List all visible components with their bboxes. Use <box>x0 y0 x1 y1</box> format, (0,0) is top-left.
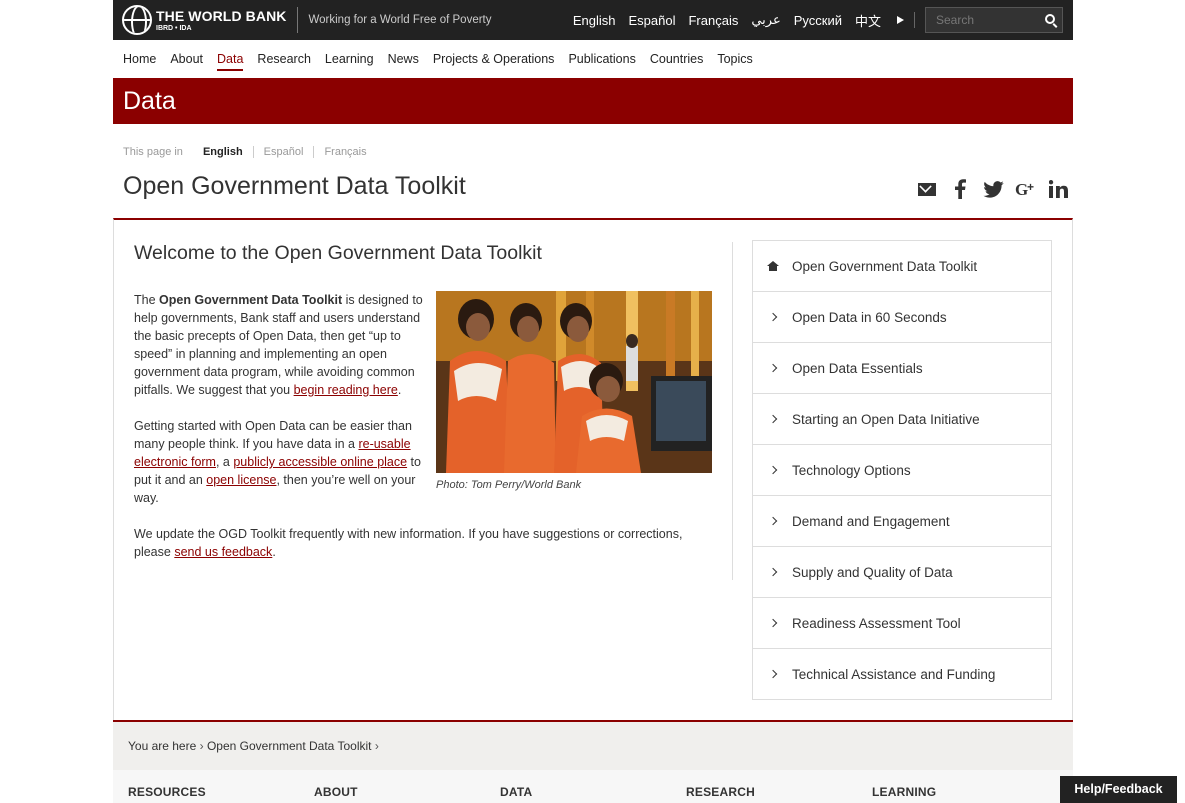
nav-topics[interactable]: Topics <box>717 50 752 68</box>
world-bank-logo[interactable]: THE WORLD BANK IBRD • IDA <box>113 0 287 40</box>
search-icon[interactable] <box>1045 14 1055 24</box>
footer: RESOURCES ABOUT DATA RESEARCH LEARNING <box>113 770 1073 803</box>
footer-research[interactable]: RESEARCH <box>686 785 872 803</box>
footer-resources[interactable]: RESOURCES <box>128 785 314 803</box>
sidebar-item-home[interactable]: Open Government Data Toolkit <box>753 241 1051 292</box>
nav-home[interactable]: Home <box>123 50 156 68</box>
breadcrumb-current[interactable]: Open Government Data Toolkit <box>207 739 372 753</box>
main-column: Welcome to the Open Government Data Tool… <box>134 242 712 561</box>
logo-subtitle: IBRD • IDA <box>156 24 192 32</box>
chevron-right-icon <box>768 312 778 322</box>
content-area: Welcome to the Open Government Data Tool… <box>113 218 1073 720</box>
breadcrumb: You are here › Open Government Data Tool… <box>113 720 1073 770</box>
page-lang-english[interactable]: English <box>193 146 254 158</box>
linkedin-icon[interactable] <box>1048 178 1070 200</box>
page-language-label: This page in <box>123 146 183 158</box>
email-icon[interactable] <box>916 178 938 200</box>
lang-espanol[interactable]: Español <box>629 13 676 28</box>
photo-caption: Photo: Tom Perry/World Bank <box>436 479 582 491</box>
tagline: Working for a World Free of Poverty <box>308 14 492 26</box>
chevron-right-icon <box>768 414 778 424</box>
nav-projects-operations[interactable]: Projects & Operations <box>433 50 555 68</box>
logo-name: THE WORLD BANK <box>156 7 287 24</box>
sidebar-item-supply[interactable]: Supply and Quality of Data <box>753 547 1051 598</box>
sidebar-item-essentials[interactable]: Open Data Essentials <box>753 343 1051 394</box>
sidebar-item-assistance[interactable]: Technical Assistance and Funding <box>753 649 1051 699</box>
nav-publications[interactable]: Publications <box>568 50 635 68</box>
language-switcher: English Español Français عربي Русский 中文 <box>573 7 1073 33</box>
sidebar-item-readiness[interactable]: Readiness Assessment Tool <box>753 598 1051 649</box>
lang-russian[interactable]: Русский <box>794 13 842 28</box>
column-divider <box>732 242 733 580</box>
svg-text:+: + <box>1027 180 1034 194</box>
page-language-switcher: This page in English Español Français <box>113 146 1073 158</box>
students-photo <box>436 291 712 473</box>
lang-english[interactable]: English <box>573 13 616 28</box>
breadcrumb-prefix: You are here <box>128 739 197 753</box>
google-plus-icon[interactable]: G + <box>1015 178 1037 200</box>
logo-divider <box>296 7 298 33</box>
top-bar: THE WORLD BANK IBRD • IDA Working for a … <box>113 0 1073 40</box>
footer-learning[interactable]: LEARNING <box>872 785 1058 803</box>
footer-about[interactable]: ABOUT <box>314 785 500 803</box>
nav-countries[interactable]: Countries <box>650 50 704 68</box>
chevron-right-icon <box>768 669 778 679</box>
chevron-right-icon <box>768 516 778 526</box>
section-banner: Data <box>113 78 1073 124</box>
share-icons: G + <box>905 178 1070 200</box>
lang-francais[interactable]: Français <box>688 13 738 28</box>
page-lang-espanol[interactable]: Español <box>254 146 315 158</box>
sidebar-item-demand[interactable]: Demand and Engagement <box>753 496 1051 547</box>
nav-learning[interactable]: Learning <box>325 50 374 68</box>
nav-data[interactable]: Data <box>217 50 244 71</box>
toolkit-sidebar: Open Government Data Toolkit Open Data i… <box>752 240 1052 700</box>
online-place-link[interactable]: publicly accessible online place <box>233 455 407 469</box>
footer-data[interactable]: DATA <box>500 785 686 803</box>
search-box <box>925 7 1063 33</box>
divider <box>914 12 915 28</box>
getting-started-paragraph: Getting started with Open Data can be ea… <box>134 419 421 505</box>
nav-news[interactable]: News <box>388 50 419 68</box>
chevron-right-icon <box>768 363 778 373</box>
help-feedback-button[interactable]: Help/Feedback <box>1060 776 1177 803</box>
home-icon <box>767 260 779 271</box>
play-icon[interactable] <box>897 16 904 24</box>
facebook-icon[interactable] <box>949 178 971 200</box>
sidebar-item-60-seconds[interactable]: Open Data in 60 Seconds <box>753 292 1051 343</box>
twitter-icon[interactable] <box>982 178 1004 200</box>
lang-chinese[interactable]: 中文 <box>855 11 881 30</box>
intro-paragraph: The Open Government Data Toolkit is desi… <box>134 293 423 397</box>
main-nav: Home About Data Research Learning News P… <box>113 40 1073 78</box>
chevron-right-icon <box>768 465 778 475</box>
page-lang-francais[interactable]: Français <box>314 146 376 158</box>
begin-reading-link[interactable]: begin reading here <box>294 383 398 397</box>
lang-arabic[interactable]: عربي <box>751 12 780 28</box>
sidebar-item-starting-initiative[interactable]: Starting an Open Data Initiative <box>753 394 1051 445</box>
welcome-heading: Welcome to the Open Government Data Tool… <box>134 242 542 264</box>
send-feedback-link[interactable]: send us feedback <box>174 545 272 559</box>
update-paragraph: We update the OGD Toolkit frequently wit… <box>134 527 683 559</box>
nav-about[interactable]: About <box>170 50 203 68</box>
globe-icon <box>122 5 152 35</box>
chevron-right-icon <box>768 618 778 628</box>
chevron-right-icon <box>768 567 778 577</box>
open-license-link[interactable]: open license <box>206 473 276 487</box>
nav-research[interactable]: Research <box>257 50 311 68</box>
search-input[interactable] <box>926 8 1036 32</box>
sidebar-item-technology[interactable]: Technology Options <box>753 445 1051 496</box>
